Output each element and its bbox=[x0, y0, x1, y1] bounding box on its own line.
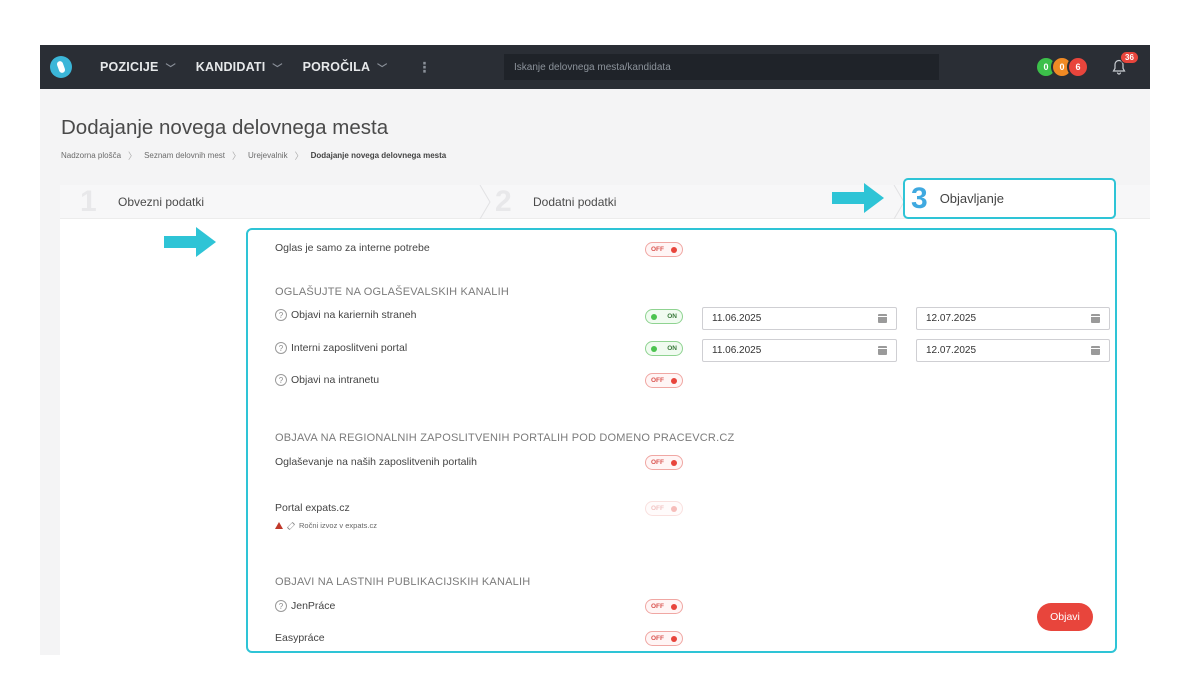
career-pages-row: ? Objavi na kariernih straneh bbox=[275, 309, 416, 321]
toggle-dot bbox=[671, 246, 677, 253]
career-pages-label: Objavi na kariernih straneh bbox=[291, 309, 417, 321]
step-label: Obvezni podatki bbox=[118, 195, 205, 209]
toggle-dot bbox=[671, 635, 677, 642]
easyprace-toggle[interactable]: OFF bbox=[645, 631, 683, 646]
chevron-down-icon: ﹀ bbox=[272, 63, 283, 75]
toggle-dot bbox=[651, 345, 657, 352]
calendar-icon[interactable] bbox=[878, 346, 887, 355]
jenprace-label: JenPráce bbox=[291, 600, 336, 612]
chevron-down-icon: ﹀ bbox=[165, 63, 176, 75]
intranet-label: Objavi na intranetu bbox=[291, 374, 380, 386]
jenprace-toggle[interactable]: OFF bbox=[645, 599, 683, 614]
nav-item-label: KANDIDATI bbox=[195, 60, 266, 74]
intranet-row: ? Objavi na intranetu bbox=[275, 374, 379, 386]
breadcrumb: Nadzorna plošča 〉 Seznam delovnih mest 〉… bbox=[61, 149, 446, 162]
step-number: 1 bbox=[80, 185, 97, 218]
date-value: 12.07.2025 bbox=[926, 345, 977, 356]
expats-note: Ročni izvoz v expats.cz bbox=[275, 521, 377, 530]
search-input[interactable] bbox=[504, 54, 939, 80]
top-navigation-bar: POZICIJE ﹀ KANDIDATI ﹀ POROČILA ﹀ ⋮ 0 0 … bbox=[40, 45, 1150, 89]
internal-portal-label: Interni zaposlitveni portal bbox=[291, 342, 408, 354]
calendar-icon[interactable] bbox=[1091, 346, 1100, 355]
toggle-dot bbox=[651, 313, 657, 320]
expats-note-text[interactable]: Ročni izvoz v expats.cz bbox=[299, 521, 377, 530]
toggle-state: OFF bbox=[651, 459, 664, 466]
section-heading-regional-portals: OBJAVA NA REGIONALNIH ZAPOSLITVENIH PORT… bbox=[275, 432, 735, 444]
date-value: 11.06.2025 bbox=[712, 345, 762, 356]
internal-only-label: Oglas je samo za interne potrebe bbox=[275, 242, 430, 254]
help-icon[interactable]: ? bbox=[275, 309, 287, 321]
left-gutter bbox=[40, 185, 60, 655]
toggle-state: OFF bbox=[651, 635, 664, 642]
jenprace-row: ? JenPráce bbox=[275, 600, 335, 612]
toggle-dot bbox=[671, 459, 677, 466]
internal-portal-date-to[interactable]: 12.07.2025 bbox=[916, 339, 1110, 362]
breadcrumb-current: Dodajanje novega delovnega mesta bbox=[310, 151, 447, 160]
step-label: Dodatni podatki bbox=[533, 195, 617, 209]
toggle-state: OFF bbox=[651, 377, 664, 384]
wizard-step-1[interactable]: 1 Obvezni podatki bbox=[80, 185, 204, 219]
section-heading-own-channels: OBJAVI NA LASTNIH PUBLIKACIJSKIH KANALIH bbox=[275, 576, 531, 588]
pencil-icon[interactable] bbox=[286, 521, 296, 530]
career-pages-toggle[interactable]: ON bbox=[645, 309, 683, 324]
internal-portal-toggle[interactable]: ON bbox=[645, 341, 683, 356]
internal-portal-row: ? Interni zaposlitveni portal bbox=[275, 342, 407, 354]
breadcrumb-item[interactable]: Urejevalnik bbox=[248, 151, 288, 160]
status-badges[interactable]: 0 0 6 bbox=[1035, 56, 1089, 78]
our-portals-toggle[interactable]: OFF bbox=[645, 455, 683, 470]
chevron-down-icon: ﹀ bbox=[377, 63, 388, 75]
wizard-step-2[interactable]: 2 Dodatni podatki bbox=[495, 185, 616, 219]
callout-arrow-icon bbox=[164, 227, 216, 257]
help-icon[interactable]: ? bbox=[275, 600, 287, 612]
chevron-right-icon: 〉 bbox=[294, 151, 304, 161]
toggle-state: OFF bbox=[651, 246, 664, 253]
nav-item-kandidati[interactable]: KANDIDATI ﹀ bbox=[196, 60, 283, 75]
toggle-dot bbox=[671, 603, 677, 610]
internal-only-toggle[interactable]: OFF bbox=[645, 242, 683, 257]
our-portals-label: Oglaševanje na naših zaposlitvenih porta… bbox=[275, 456, 477, 468]
help-icon[interactable]: ? bbox=[275, 342, 287, 354]
calendar-icon[interactable] bbox=[1091, 314, 1100, 323]
step-number: 2 bbox=[495, 185, 512, 218]
toggle-state: ON bbox=[667, 313, 677, 320]
calendar-icon[interactable] bbox=[878, 314, 887, 323]
warning-icon bbox=[275, 522, 283, 529]
help-icon[interactable]: ? bbox=[275, 374, 287, 386]
internal-portal-date-from[interactable]: 11.06.2025 bbox=[702, 339, 897, 362]
intranet-toggle[interactable]: OFF bbox=[645, 373, 683, 388]
date-value: 11.06.2025 bbox=[712, 313, 762, 324]
easyprace-label: Easypráce bbox=[275, 632, 325, 644]
page-title: Dodajanje novega delovnega mesta bbox=[61, 116, 389, 139]
step-divider bbox=[479, 185, 491, 219]
toggle-dot bbox=[671, 505, 677, 512]
toggle-dot bbox=[671, 377, 677, 384]
callout-arrow-icon bbox=[832, 183, 884, 213]
chevron-right-icon: 〉 bbox=[128, 151, 138, 161]
status-badge-red[interactable]: 6 bbox=[1067, 56, 1089, 78]
more-menu-icon[interactable]: ⋮ bbox=[417, 59, 431, 76]
nav-item-label: POROČILA bbox=[302, 60, 371, 74]
expats-label: Portal expats.cz bbox=[275, 502, 350, 514]
chevron-right-icon: 〉 bbox=[232, 151, 242, 161]
step-number: 3 bbox=[911, 181, 928, 215]
publish-button[interactable]: Objavi bbox=[1037, 603, 1093, 631]
toggle-state: OFF bbox=[651, 505, 664, 512]
step-label: Objavljanje bbox=[939, 191, 1005, 206]
date-value: 12.07.2025 bbox=[926, 313, 977, 324]
expats-toggle: OFF bbox=[645, 501, 683, 516]
career-pages-date-to[interactable]: 12.07.2025 bbox=[916, 307, 1110, 330]
app-root: POZICIJE ﹀ KANDIDATI ﹀ POROČILA ﹀ ⋮ 0 0 … bbox=[0, 0, 1200, 675]
toggle-state: ON bbox=[667, 345, 677, 352]
notification-count-badge: 36 bbox=[1120, 51, 1139, 64]
nav-item-pozicije[interactable]: POZICIJE ﹀ bbox=[100, 60, 176, 75]
breadcrumb-item[interactable]: Seznam delovnih mest bbox=[144, 151, 225, 160]
wizard-step-3-active[interactable]: 3 Objavljanje bbox=[903, 178, 1116, 219]
toggle-state: OFF bbox=[651, 603, 664, 610]
nav-item-label: POZICIJE bbox=[100, 60, 159, 74]
app-logo-icon[interactable] bbox=[50, 56, 72, 78]
section-heading-channels: OGLAŠUJTE NA OGLAŠEVALSKIH KANALIH bbox=[275, 286, 510, 298]
career-pages-date-from[interactable]: 11.06.2025 bbox=[702, 307, 897, 330]
nav-item-porocila[interactable]: POROČILA ﹀ bbox=[303, 60, 388, 75]
breadcrumb-item[interactable]: Nadzorna plošča bbox=[61, 151, 121, 160]
